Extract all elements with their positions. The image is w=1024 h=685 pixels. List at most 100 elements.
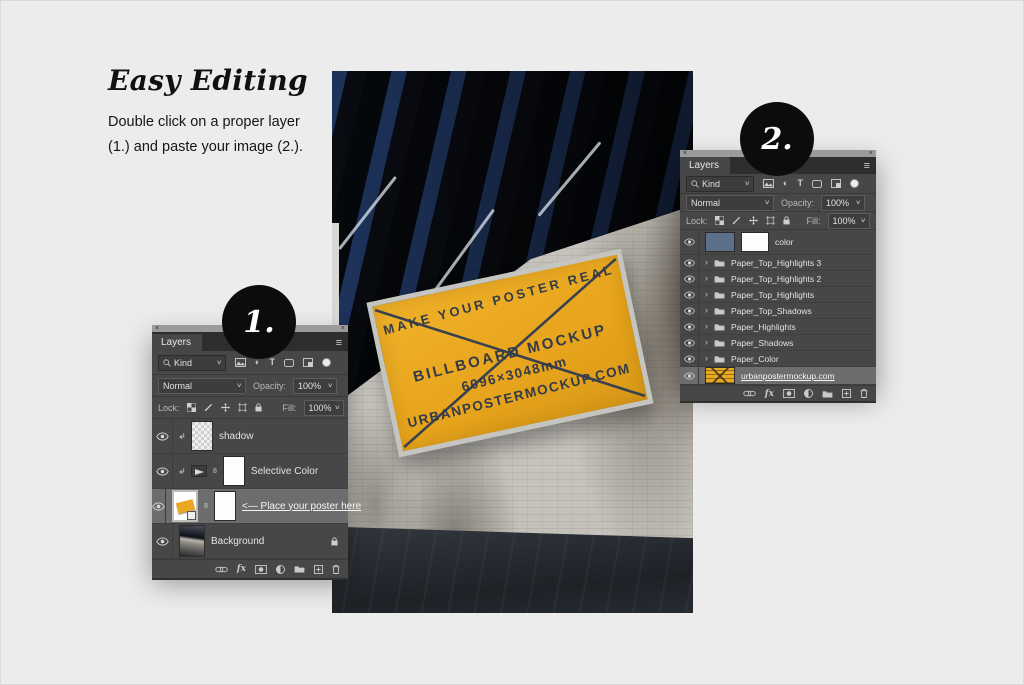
pixel-layer-filter-icon[interactable] <box>235 358 246 367</box>
smart-object-filter-icon[interactable] <box>303 358 313 367</box>
layer-row-urbanpostermockup[interactable]: urbanpostermockup.com <box>680 367 876 385</box>
chevron-right-icon[interactable]: › <box>705 322 708 331</box>
opacity-field[interactable]: 100% ∨ <box>293 378 337 394</box>
brush-icon[interactable] <box>204 403 213 412</box>
layer-name[interactable]: Paper_Top_Highlights <box>731 290 814 300</box>
layer-name[interactable]: color <box>775 237 793 247</box>
visibility-cell[interactable] <box>152 454 173 488</box>
chevron-right-icon[interactable]: › <box>705 274 708 283</box>
layer-name[interactable]: urbanpostermockup.com <box>741 371 835 381</box>
panel-menu-icon[interactable]: ≡ <box>858 160 876 174</box>
layer-name[interactable]: shadow <box>219 431 253 442</box>
eye-icon[interactable] <box>156 467 169 476</box>
layer-thumbnail[interactable] <box>179 525 205 557</box>
type-filter-icon[interactable]: T <box>269 358 275 367</box>
layer-style-icon[interactable]: fx <box>237 564 246 574</box>
add-mask-icon[interactable] <box>783 389 795 398</box>
artboard-icon[interactable] <box>238 403 247 412</box>
kind-filter-dropdown[interactable]: Kind ∨ <box>686 176 754 192</box>
new-group-icon[interactable] <box>822 390 833 398</box>
visibility-cell[interactable] <box>680 335 699 350</box>
fill-field[interactable]: 100% ∨ <box>828 213 870 229</box>
eye-icon[interactable] <box>684 291 695 299</box>
eye-icon[interactable] <box>684 259 695 267</box>
visibility-cell[interactable] <box>680 351 699 366</box>
eye-icon[interactable] <box>684 238 695 246</box>
adjustment-layer-icon[interactable] <box>804 389 813 398</box>
adjustment-filter-icon[interactable]: ◐ <box>255 358 260 367</box>
eye-icon[interactable] <box>684 307 695 315</box>
eye-icon[interactable] <box>156 537 169 546</box>
layer-row-place-poster[interactable]: 8 <— Place your poster here <box>152 489 348 524</box>
kind-filter-dropdown[interactable]: Kind ∨ <box>158 355 226 371</box>
adjustment-filter-icon[interactable]: ◐ <box>783 179 788 188</box>
layer-name[interactable]: <— Place your poster here <box>242 501 361 512</box>
layer-name[interactable]: Selective Color <box>251 466 318 477</box>
filter-toggle-icon[interactable] <box>322 358 331 367</box>
blend-mode-dropdown[interactable]: Normal ∨ <box>158 378 246 394</box>
eye-icon[interactable] <box>684 372 695 380</box>
layer-row-group[interactable]: › Paper_Highlights <box>680 319 876 335</box>
layer-name[interactable]: Paper_Top_Highlights 3 <box>731 258 821 268</box>
lock-icon[interactable] <box>255 403 262 412</box>
shape-filter-icon[interactable] <box>812 180 822 188</box>
close-icon[interactable]: × <box>869 150 873 157</box>
color-fill-thumbnail[interactable] <box>705 232 735 252</box>
new-group-icon[interactable] <box>294 565 305 573</box>
link-layers-icon[interactable] <box>743 390 756 397</box>
layer-row-group[interactable]: › Paper_Top_Highlights <box>680 287 876 303</box>
adjustment-thumbnail[interactable] <box>191 465 207 477</box>
link-layers-icon[interactable] <box>215 566 228 573</box>
delete-layer-icon[interactable] <box>860 389 868 398</box>
visibility-cell[interactable] <box>152 524 173 558</box>
eye-icon[interactable] <box>152 502 165 511</box>
smart-object-filter-icon[interactable] <box>831 179 841 188</box>
fill-field[interactable]: 100% ∨ <box>304 400 344 416</box>
layer-name[interactable]: Paper_Shadows <box>731 338 793 348</box>
visibility-cell[interactable] <box>680 367 699 384</box>
layer-style-icon[interactable]: fx <box>765 389 774 399</box>
chevron-right-icon[interactable]: › <box>705 354 708 363</box>
panel-menu-icon[interactable]: ≡ <box>330 337 348 351</box>
poster-layer-thumbnail[interactable] <box>705 367 735 384</box>
move-icon[interactable] <box>749 216 758 225</box>
eye-icon[interactable] <box>684 323 695 331</box>
layer-row-group[interactable]: › Paper_Shadows <box>680 335 876 351</box>
layer-row-background[interactable]: Background <box>152 524 348 559</box>
filter-toggle-icon[interactable] <box>850 179 859 188</box>
layer-name[interactable]: Paper_Top_Shadows <box>731 306 812 316</box>
eye-icon[interactable] <box>684 355 695 363</box>
layer-name[interactable]: Background <box>211 536 264 547</box>
visibility-cell[interactable] <box>152 419 173 453</box>
shape-filter-icon[interactable] <box>284 359 294 367</box>
lock-transparency-icon[interactable] <box>715 216 724 225</box>
lock-icon[interactable] <box>783 216 790 225</box>
adjustment-layer-icon[interactable] <box>276 565 285 574</box>
brush-icon[interactable] <box>732 216 741 225</box>
layer-row-group[interactable]: › Paper_Top_Highlights 3 <box>680 255 876 271</box>
mask-thumbnail[interactable] <box>741 232 769 252</box>
layer-row-group[interactable]: › Paper_Top_Highlights 2 <box>680 271 876 287</box>
layer-row-selective-color[interactable]: 8 Selective Color <box>152 454 348 489</box>
layer-thumbnail[interactable] <box>191 421 213 451</box>
pixel-layer-filter-icon[interactable] <box>763 179 774 188</box>
smart-object-thumbnail[interactable] <box>172 490 198 522</box>
visibility-cell[interactable] <box>680 255 699 270</box>
delete-layer-icon[interactable] <box>332 565 340 574</box>
visibility-cell[interactable] <box>680 287 699 302</box>
visibility-cell[interactable] <box>680 230 699 254</box>
visibility-cell[interactable] <box>680 271 699 286</box>
eye-icon[interactable] <box>156 432 169 441</box>
tab-layers[interactable]: Layers <box>680 157 730 174</box>
move-icon[interactable] <box>221 403 230 412</box>
lock-transparency-icon[interactable] <box>187 403 196 412</box>
chevron-right-icon[interactable]: › <box>705 306 708 315</box>
close-icon[interactable]: × <box>341 325 345 332</box>
chevron-right-icon[interactable]: › <box>705 338 708 347</box>
visibility-cell[interactable] <box>680 303 699 318</box>
layer-name[interactable]: Paper_Highlights <box>731 322 796 332</box>
chevron-right-icon[interactable]: › <box>705 290 708 299</box>
add-mask-icon[interactable] <box>255 565 267 574</box>
close-icon[interactable]: × <box>155 325 159 332</box>
tab-layers[interactable]: Layers <box>152 334 202 351</box>
